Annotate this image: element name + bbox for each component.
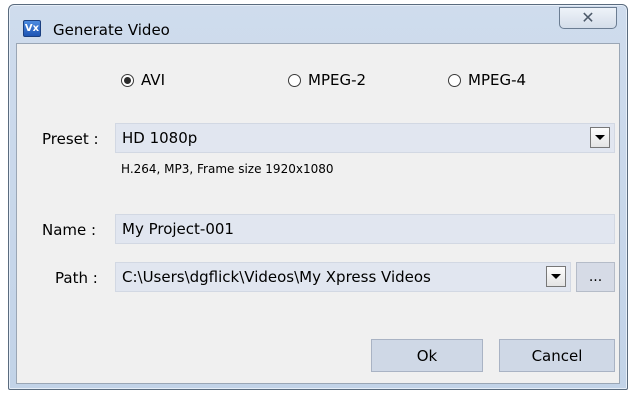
title-bar[interactable]: Vx Generate Video ✕ <box>9 5 627 43</box>
path-label: Path : <box>55 269 98 287</box>
dialog-body: AVI MPEG-2 MPEG-4 Preset : HD 1080p H.26… <box>16 43 620 384</box>
app-icon: Vx <box>23 20 41 37</box>
name-input[interactable]: My Project-001 <box>115 214 615 244</box>
preset-description: H.264, MP3, Frame size 1920x1080 <box>121 162 334 176</box>
name-value: My Project-001 <box>122 220 234 238</box>
radio-avi[interactable]: AVI <box>121 71 165 89</box>
window-title: Generate Video <box>53 21 170 39</box>
radio-mpeg4-indicator[interactable] <box>448 73 461 87</box>
close-icon: ✕ <box>581 8 595 27</box>
generate-video-dialog: Vx Generate Video ✕ AVI MPEG-2 MPEG-4 Pr… <box>8 4 628 390</box>
radio-mpeg4[interactable]: MPEG-4 <box>448 71 526 89</box>
preset-label: Preset : <box>42 130 99 148</box>
cancel-button[interactable]: Cancel <box>499 339 615 372</box>
preset-dropdown-arrow-icon[interactable] <box>590 127 610 148</box>
path-select[interactable]: C:\Users\dgflick\Videos\My Xpress Videos <box>115 262 571 292</box>
radio-mpeg2-indicator[interactable] <box>288 73 301 87</box>
radio-mpeg4-label: MPEG-4 <box>468 71 527 89</box>
path-value: C:\Users\dgflick\Videos\My Xpress Videos <box>122 268 431 286</box>
name-label: Name : <box>42 221 97 239</box>
close-button[interactable]: ✕ <box>559 7 617 29</box>
preset-value: HD 1080p <box>122 129 198 147</box>
preset-select[interactable]: HD 1080p <box>115 123 615 153</box>
path-dropdown-arrow-icon[interactable] <box>546 266 566 287</box>
radio-mpeg2[interactable]: MPEG-2 <box>288 71 366 89</box>
radio-avi-indicator[interactable] <box>121 73 134 87</box>
browse-button[interactable]: ... <box>576 262 615 292</box>
radio-mpeg2-label: MPEG-2 <box>308 71 367 89</box>
ok-button[interactable]: Ok <box>371 339 483 372</box>
radio-avi-label: AVI <box>141 71 165 89</box>
